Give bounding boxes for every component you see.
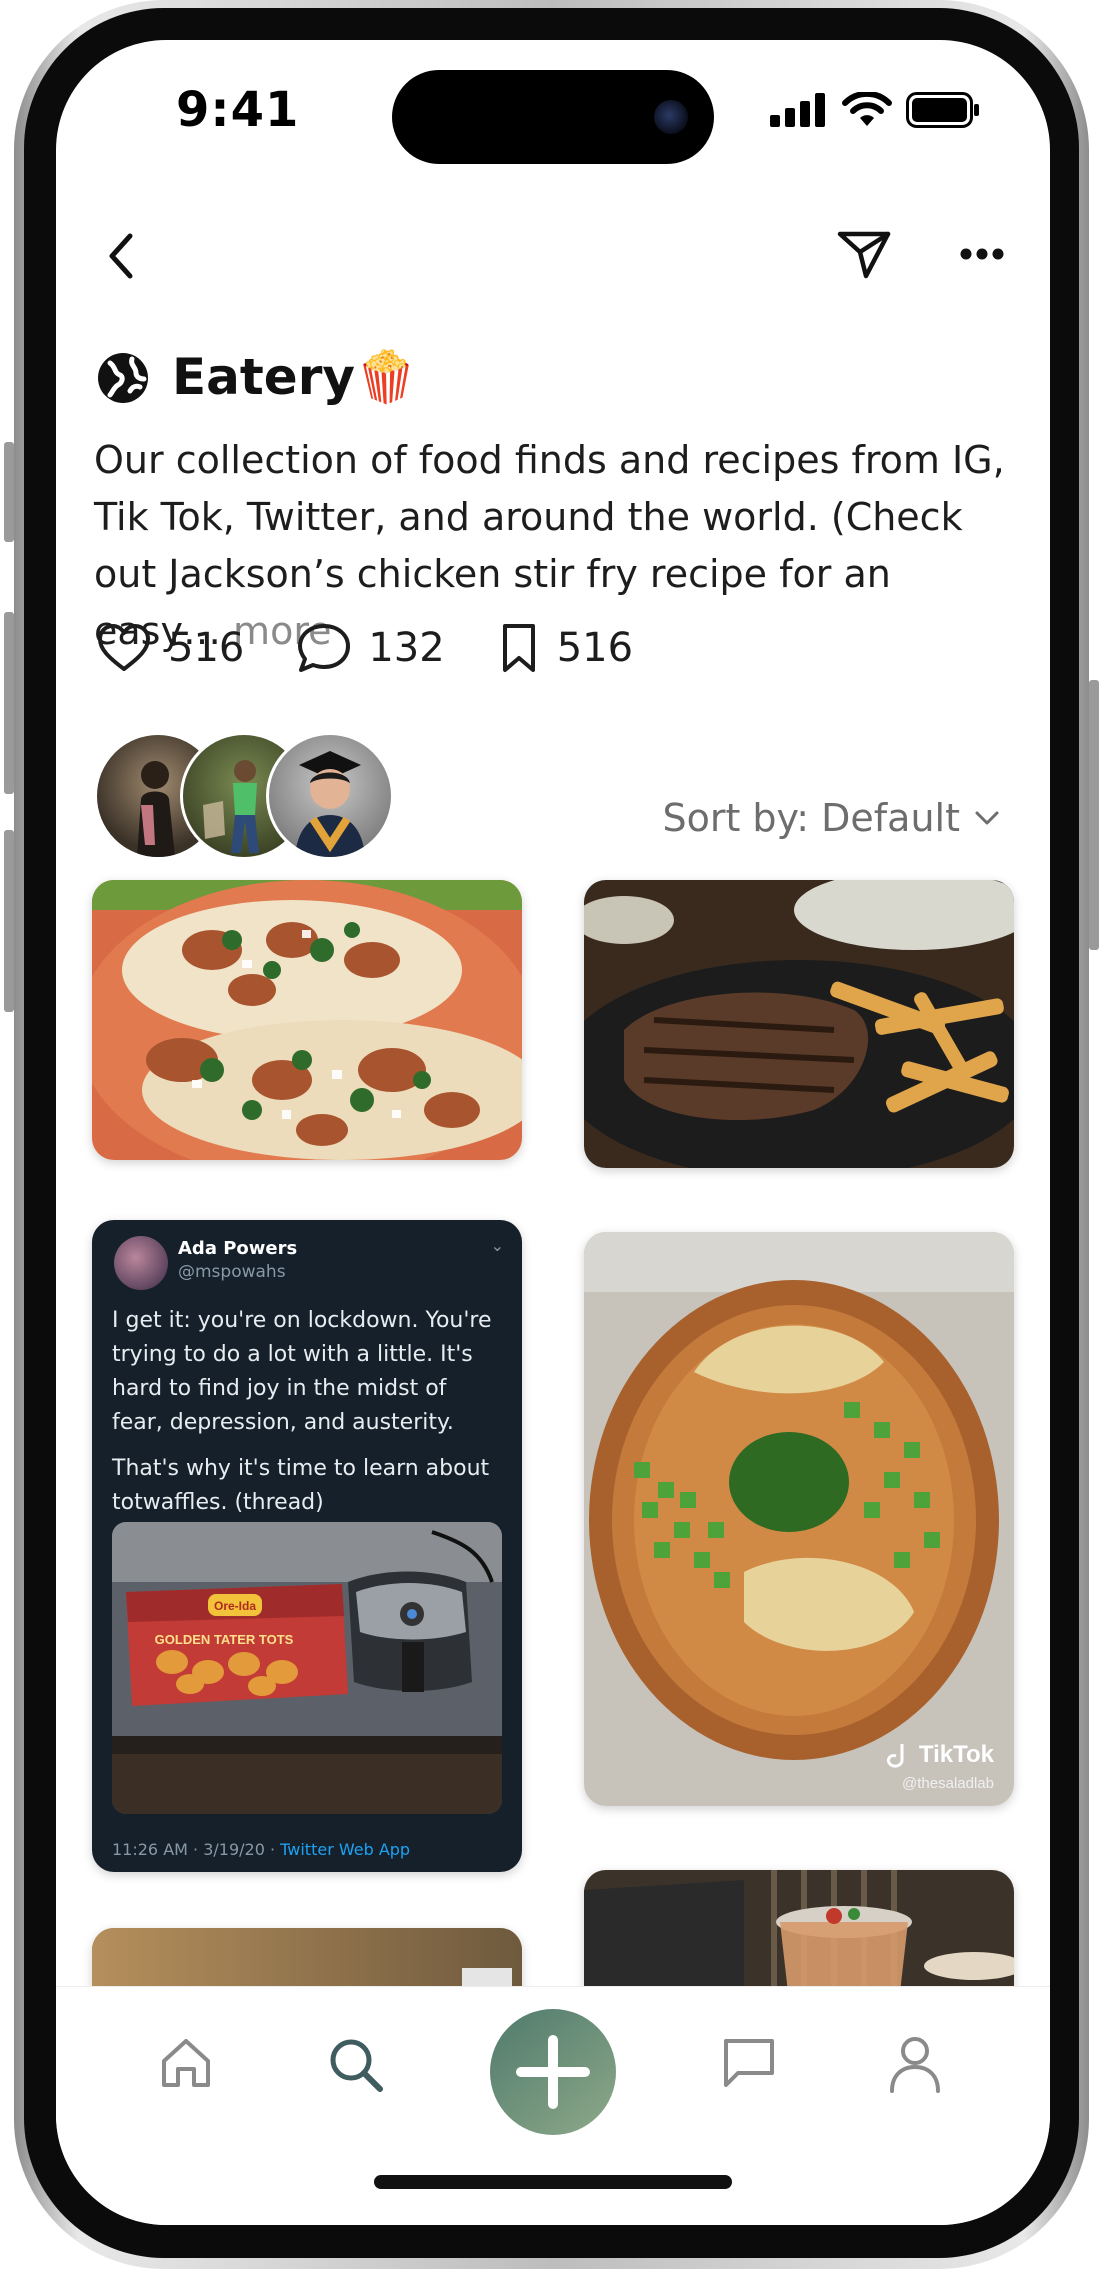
save-count: 516 — [556, 625, 634, 671]
side-button — [4, 442, 14, 542]
salad-photo: TikTok @thesaladlab — [584, 1232, 1014, 1806]
status-icons — [770, 92, 980, 128]
bag-brand: Ore-Ida — [214, 1599, 256, 1613]
tweet-text: That's why it's time to learn about totw… — [112, 1456, 490, 1515]
tiktok-handle: @thesaladlab — [902, 1775, 994, 1792]
sort-label: Sort by: Default — [662, 796, 960, 840]
tweet-footer: 11:26 AM · 3/19/20 · Twitter Web App — [112, 1840, 410, 1859]
tiktok-logo: TikTok — [919, 1741, 995, 1768]
save-button[interactable]: 516 — [497, 622, 633, 674]
tweet-timestamp: 11:26 AM · 3/19/20 · — [112, 1840, 281, 1859]
status-time: 9:41 — [176, 82, 300, 138]
tab-home[interactable] — [158, 2035, 214, 2095]
comment-bubble-icon — [298, 624, 351, 672]
tacos-photo — [92, 880, 522, 1160]
bookmark-icon — [502, 624, 535, 672]
ellipsis-icon — [960, 248, 1004, 260]
comment-button[interactable]: 132 — [296, 622, 445, 674]
paper-plane-icon — [837, 231, 891, 279]
plus-icon — [516, 2035, 590, 2109]
chat-icon — [724, 2039, 774, 2087]
tweet-body: I get it: you're on lockdown. You're try… — [112, 1304, 502, 1532]
like-button[interactable]: 516 — [96, 623, 244, 673]
wifi-icon — [842, 92, 892, 126]
comment-count: 132 — [368, 625, 445, 671]
description-text: Our collection of food finds and recipes… — [94, 438, 1005, 653]
tweet-image: Ore-Ida GOLDEN TATER TOTS — [112, 1522, 502, 1814]
collaborator-avatars[interactable] — [94, 732, 394, 860]
chevron-left-icon — [109, 233, 133, 279]
post-card-steak[interactable] — [584, 880, 1014, 1168]
tab-search[interactable] — [326, 2035, 386, 2099]
avatar — [266, 732, 394, 860]
more-options-button[interactable] — [960, 246, 1004, 265]
volume-up-button — [4, 612, 14, 794]
sort-dropdown[interactable]: Sort by: Default — [662, 796, 1000, 840]
collection-title-row: Eatery🍿 — [96, 348, 417, 407]
steak-photo — [584, 880, 1014, 1168]
tweet-text: I get it: you're on lockdown. You're try… — [112, 1308, 492, 1435]
chevron-down-icon — [975, 811, 999, 825]
camera-icon — [654, 100, 688, 134]
tweet-author-name: Ada Powers — [178, 1238, 298, 1259]
dynamic-island — [392, 70, 714, 164]
bag-product: GOLDEN TATER TOTS — [155, 1632, 294, 1647]
post-card-tweet[interactable]: Ada Powers @mspowahs ⌄ I get it: you're … — [92, 1220, 522, 1872]
tweet-author-handle: @mspowahs — [178, 1262, 286, 1282]
heart-icon — [98, 624, 150, 671]
volume-down-button — [4, 830, 14, 1012]
tweet-source-link[interactable]: Twitter Web App — [280, 1840, 410, 1859]
post-card-tacos[interactable] — [92, 880, 522, 1160]
power-button — [1089, 680, 1099, 950]
bottom-tab-bar — [56, 1986, 1050, 2225]
battery-icon — [906, 92, 979, 128]
stats-row: 516 132 516 — [96, 622, 685, 674]
back-button[interactable] — [106, 232, 136, 284]
tab-profile[interactable] — [888, 2035, 942, 2097]
tab-messages[interactable] — [720, 2035, 778, 2095]
tweet-author-avatar — [114, 1236, 168, 1290]
globe-icon — [98, 352, 148, 403]
like-count: 516 — [168, 625, 245, 671]
signal-icon — [770, 93, 825, 127]
screen: 9:41 Eatery🍿 Our collection of food find… — [56, 40, 1050, 2225]
home-icon — [162, 2039, 210, 2087]
profile-icon — [890, 2037, 940, 2093]
chevron-down-icon: ⌄ — [490, 1236, 504, 1255]
add-post-button[interactable] — [490, 2009, 616, 2135]
search-icon — [330, 2039, 383, 2092]
share-button[interactable] — [836, 228, 892, 284]
post-card-salad[interactable]: TikTok @thesaladlab — [584, 1232, 1014, 1806]
collection-title: Eatery🍿 — [172, 348, 418, 406]
home-indicator[interactable] — [374, 2175, 732, 2189]
